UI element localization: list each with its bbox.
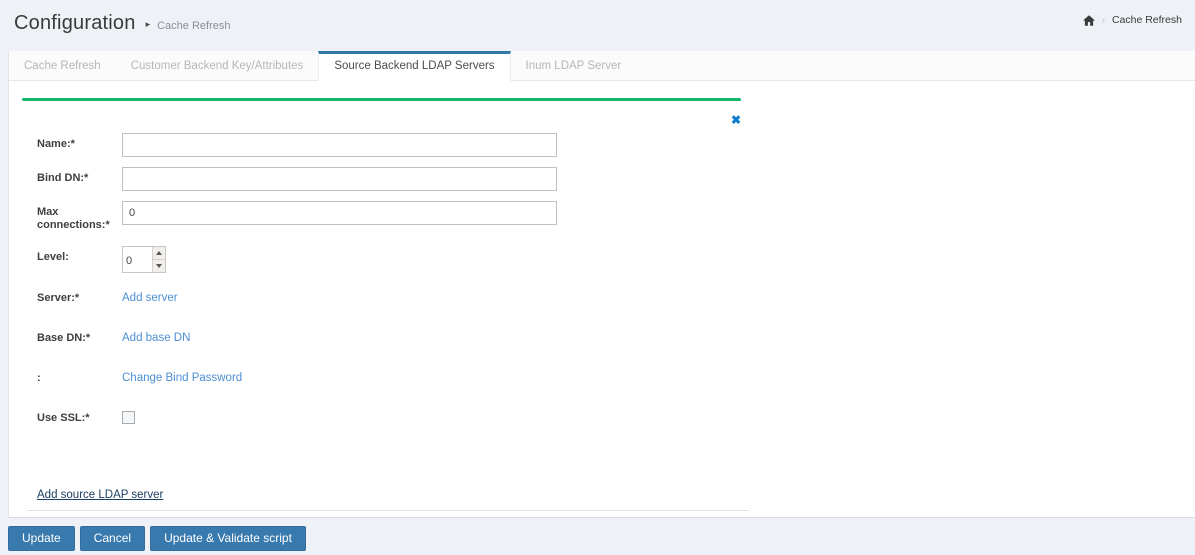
use-ssl-field-row: Use SSL:* bbox=[37, 407, 750, 429]
content-panel: Cache Refresh Customer Backend Key/Attri… bbox=[8, 51, 1195, 518]
tab-source-backend-ldap-servers[interactable]: Source Backend LDAP Servers bbox=[318, 51, 511, 81]
footer-actions: Update Cancel Update & Validate script bbox=[0, 518, 1195, 551]
level-spinner bbox=[122, 246, 166, 273]
breadcrumb: › Cache Refresh bbox=[1082, 14, 1182, 26]
add-base-dn-link[interactable]: Add base DN bbox=[122, 327, 190, 344]
tab-content: ✖ Name:* Bind DN:* Max connections:* 0 L… bbox=[9, 81, 1195, 511]
update-validate-script-button[interactable]: Update & Validate script bbox=[150, 526, 306, 551]
bind-dn-label: Bind DN:* bbox=[37, 172, 89, 184]
tab-customer-backend-key-attributes[interactable]: Customer Backend Key/Attributes bbox=[116, 51, 319, 80]
breadcrumb-item[interactable]: Cache Refresh bbox=[1112, 14, 1182, 26]
level-field-row: Level: bbox=[37, 246, 750, 273]
max-connections-input[interactable] bbox=[122, 201, 557, 225]
use-ssl-checkbox[interactable] bbox=[122, 411, 135, 424]
name-label: Name:* bbox=[37, 138, 75, 150]
tab-bar: Cache Refresh Customer Backend Key/Attri… bbox=[9, 51, 1195, 81]
server-label: Server:* bbox=[37, 292, 80, 304]
green-divider bbox=[22, 98, 741, 101]
use-ssl-label: Use SSL:* bbox=[37, 412, 90, 424]
change-bind-password-link[interactable]: Change Bind Password bbox=[122, 367, 242, 384]
bind-dn-input[interactable] bbox=[122, 167, 557, 191]
base-dn-label: Base DN:* bbox=[37, 332, 91, 344]
title-caret-icon: ▸ bbox=[145, 19, 151, 29]
level-label: Level: bbox=[37, 251, 69, 263]
tab-cache-refresh[interactable]: Cache Refresh bbox=[9, 51, 116, 80]
page-subtitle: Cache Refresh bbox=[157, 20, 231, 32]
bind-password-label: : bbox=[37, 372, 41, 384]
update-button[interactable]: Update bbox=[8, 526, 75, 551]
home-icon[interactable] bbox=[1082, 14, 1095, 26]
form-bottom-divider bbox=[27, 510, 749, 511]
max-connections-label: Max connections:* bbox=[37, 206, 110, 231]
add-server-link[interactable]: Add server bbox=[122, 287, 178, 304]
page-title-text: Configuration bbox=[14, 12, 136, 34]
name-field-row: Name:* bbox=[37, 133, 750, 157]
close-icon[interactable]: ✖ bbox=[731, 114, 741, 126]
base-dn-field-row: Base DN:* Add base DN bbox=[37, 327, 750, 346]
level-decrement-button[interactable] bbox=[153, 259, 165, 272]
source-ldap-server-form: ✖ Name:* Bind DN:* Max connections:* 0 L… bbox=[19, 98, 750, 511]
page-title: Configuration ▸ Cache Refresh bbox=[14, 12, 230, 35]
name-input[interactable] bbox=[122, 133, 557, 157]
tab-inum-ldap-server[interactable]: Inum LDAP Server bbox=[511, 51, 637, 80]
max-connections-field-row: Max connections:* bbox=[37, 201, 750, 232]
server-field-row: Server:* Add server bbox=[37, 287, 750, 306]
arrow-down-icon bbox=[156, 264, 162, 268]
level-increment-button[interactable] bbox=[153, 247, 165, 259]
bind-password-field-row: : Change Bind Password bbox=[37, 367, 750, 386]
arrow-up-icon bbox=[156, 251, 162, 255]
cancel-button[interactable]: Cancel bbox=[79, 526, 146, 551]
level-input[interactable] bbox=[123, 247, 152, 272]
add-source-ldap-server-link[interactable]: Add source LDAP server bbox=[37, 489, 163, 501]
bind-dn-field-row: Bind DN:* bbox=[37, 167, 750, 191]
breadcrumb-separator: › bbox=[1101, 15, 1105, 25]
page-header: Configuration ▸ Cache Refresh › Cache Re… bbox=[0, 0, 1195, 51]
